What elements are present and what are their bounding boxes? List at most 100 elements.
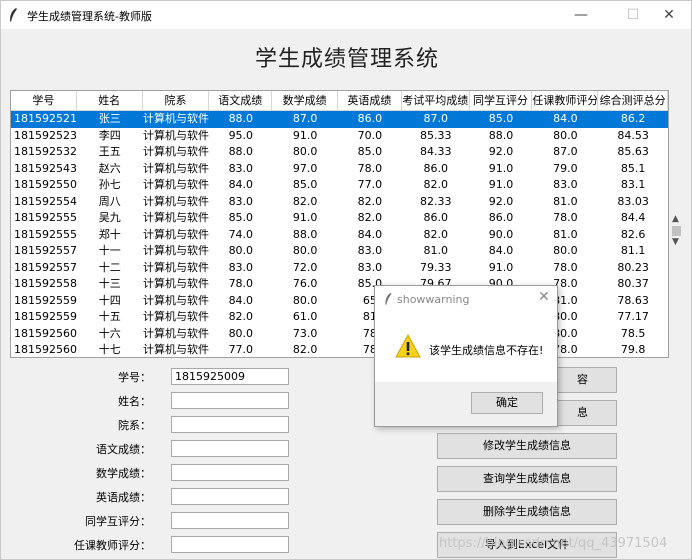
table-cell: 91.0 (488, 178, 514, 191)
math-score-label: 数学成绩： (96, 467, 151, 480)
table-cell: 87.0 (292, 112, 318, 125)
page-title: 学生成绩管理系统 (254, 47, 439, 72)
student-id-label: 学号： (118, 371, 151, 384)
table-cell: 78.0 (228, 277, 254, 290)
column-header[interactable]: 院系 (143, 91, 210, 110)
table-cell: 计算机与软件 (143, 112, 209, 125)
query-button[interactable]: 查询学生成绩信息 (437, 466, 617, 492)
table-row[interactable]: 1815925575 十一 计算机与软件 80.0 80.0 83.0 81.0 84.0 80… (11, 243, 668, 260)
table-cell: 83.0 (228, 194, 254, 208)
table-row[interactable]: 1815925579 十二 计算机与软件 83.0 72.0 83.0 79.33 91.0 7… (11, 260, 668, 277)
table-cell: 97.0 (292, 161, 318, 175)
table-cell: 78.63 (617, 293, 649, 307)
modify-button[interactable]: 修改学生成绩信息 (437, 433, 617, 459)
table-cell: 1815925579 (14, 260, 77, 274)
table-cell: 十三 (98, 277, 121, 290)
table-cell: 赵六 (98, 161, 121, 175)
math-score-input[interactable] (171, 464, 289, 481)
table-cell: 计算机与软件 (143, 128, 209, 142)
teacher-score-input[interactable] (171, 536, 289, 553)
table-row[interactable]: 1815925596十五计算机与软件82.061.08180.077.17 (11, 309, 668, 326)
table-cell: 计算机与软件 (143, 343, 209, 356)
table-cell: 1815925558 (14, 227, 77, 241)
table-cell: 83.0 (357, 260, 383, 274)
column-header[interactable]: 综合测评总分 (598, 91, 668, 110)
table-row[interactable]: 1815925595十四计算机与软件84.080.06581.078.63 (11, 293, 668, 310)
table-scrollbar[interactable]: ▲ ▼ (669, 90, 684, 358)
table-cell: 82.0 (292, 194, 318, 208)
table-cell: 88.0 (292, 227, 318, 241)
table-cell: 82.0 (357, 194, 383, 208)
table-row[interactable]: 1815925554 吴九 计算机与软件 85.0 91.0 82.0 86.0 86.0 78… (11, 210, 668, 227)
table-cell: 80.0 (553, 244, 578, 257)
table-cell: 郑十 (98, 227, 121, 241)
column-header[interactable]: 任课教师评分 (532, 91, 599, 110)
table-cell: 78.0 (553, 260, 578, 274)
ok-button[interactable]: 确定 (471, 392, 543, 414)
column-header[interactable]: 姓名 (77, 91, 143, 110)
teacher-score-label: 任课教师评分： (74, 539, 151, 552)
table-cell: 80.0 (553, 128, 578, 142)
table-row[interactable]: 1815925581十三计算机与软件78.076.085.079.6790.07… (11, 276, 668, 293)
dialog-close-icon[interactable]: ✕ (538, 289, 550, 305)
table-cell: 十一 (98, 244, 121, 257)
minimize-button[interactable]: — (559, 1, 603, 29)
table-cell: 十四 (98, 293, 121, 307)
table-cell: 十二 (98, 260, 121, 274)
table-cell: 计算机与软件 (143, 178, 209, 191)
table-cell: 86.2 (620, 112, 646, 125)
column-header[interactable]: 学号 (11, 91, 77, 110)
name-input[interactable] (171, 392, 289, 409)
table-cell: 91.0 (292, 211, 318, 224)
table-cell: 计算机与软件 (143, 326, 209, 340)
column-header[interactable]: 考试平均成绩 (402, 91, 470, 110)
peer-score-label: 同学互评分： (85, 515, 151, 528)
table-cell: 1815925507 (14, 178, 77, 191)
column-header[interactable]: 数学成绩 (272, 91, 338, 110)
column-header[interactable]: 语文成绩 (209, 91, 273, 110)
table-cell: 84.0 (357, 227, 383, 241)
table-cell: 81.0 (423, 244, 448, 257)
delete-button[interactable]: 删除学生成绩信息 (437, 499, 617, 525)
table-row[interactable]: 1815925507 孙七 计算机与软件 84.0 85.0 77.0 82.0 91.0 83… (11, 177, 668, 194)
scroll-thumb[interactable] (672, 226, 681, 236)
table-row[interactable]: 1815925558 郑十 计算机与软件 74.0 88.0 84.0 82.0 90.0 81… (11, 227, 668, 244)
table-cell: 82.0 (292, 343, 318, 356)
table-row[interactable]: 1815925602十六计算机与软件80.073.07880.078.5 (11, 326, 668, 343)
table-cell: 82.0 (228, 310, 254, 323)
table-row[interactable]: 1815925607十七计算机与软件77.082.07878.079.8 (11, 342, 668, 357)
dept-input[interactable] (171, 416, 289, 433)
table-cell: 计算机与软件 (143, 293, 209, 307)
table-cell: 王五 (98, 145, 121, 158)
column-header[interactable]: 英语成绩 (338, 91, 402, 110)
english-score-input[interactable] (171, 488, 289, 505)
feather-icon (8, 7, 22, 23)
table-cell: 1815925324 (14, 145, 77, 158)
chinese-score-input[interactable] (171, 440, 289, 457)
close-button[interactable]: ✕ (647, 1, 691, 29)
table-cell: 82.6 (620, 227, 646, 241)
chinese-score-label: 语文成绩： (96, 443, 151, 456)
scores-table[interactable]: 学号 姓名 院系 语文成绩 数学成绩 英语成绩 考试平均成绩 同学互评分 任课教师评分 综合测评总… (10, 90, 669, 358)
table-row[interactable]: 1815925544 周八 计算机与软件 83.0 82.0 82.0 82.33 92.0 8… (11, 194, 668, 211)
table-row[interactable]: 1815925213 张三 计算机与软件 88.0 87.0 86.0 87.0 85.0 84… (11, 111, 668, 128)
table-cell: 十七 (98, 343, 121, 356)
name-label: 姓名： (118, 395, 151, 408)
table-cell: 92.0 (488, 194, 514, 208)
table-cell: 88.0 (228, 112, 254, 125)
scroll-up-icon[interactable]: ▲ (672, 214, 679, 224)
table-cell: 83.0 (357, 244, 383, 257)
table-cell: 计算机与软件 (143, 211, 209, 224)
scroll-down-icon[interactable]: ▼ (672, 237, 679, 247)
table-row[interactable]: 1815925233 李四 计算机与软件 95.0 91.0 70.0 85.33 88.0 8… (11, 128, 668, 145)
table-cell: 85.0 (488, 112, 514, 125)
table-cell: 78.0 (357, 161, 383, 175)
column-header[interactable]: 同学互评分 (470, 91, 533, 110)
table-row[interactable]: 1815925435 赵六 计算机与软件 83.0 97.0 78.0 86.0 91.0 79… (11, 161, 668, 178)
table-row[interactable]: 1815925324 王五 计算机与软件 88.0 80.0 85.0 84.33 92.0 8… (11, 144, 668, 161)
table-cell: 83.1 (620, 178, 646, 191)
table-cell: 1815925435 (14, 161, 77, 175)
table-cell: 85.33 (419, 128, 452, 142)
student-id-input[interactable]: 1815925009 (171, 368, 289, 385)
peer-score-input[interactable] (171, 512, 289, 529)
